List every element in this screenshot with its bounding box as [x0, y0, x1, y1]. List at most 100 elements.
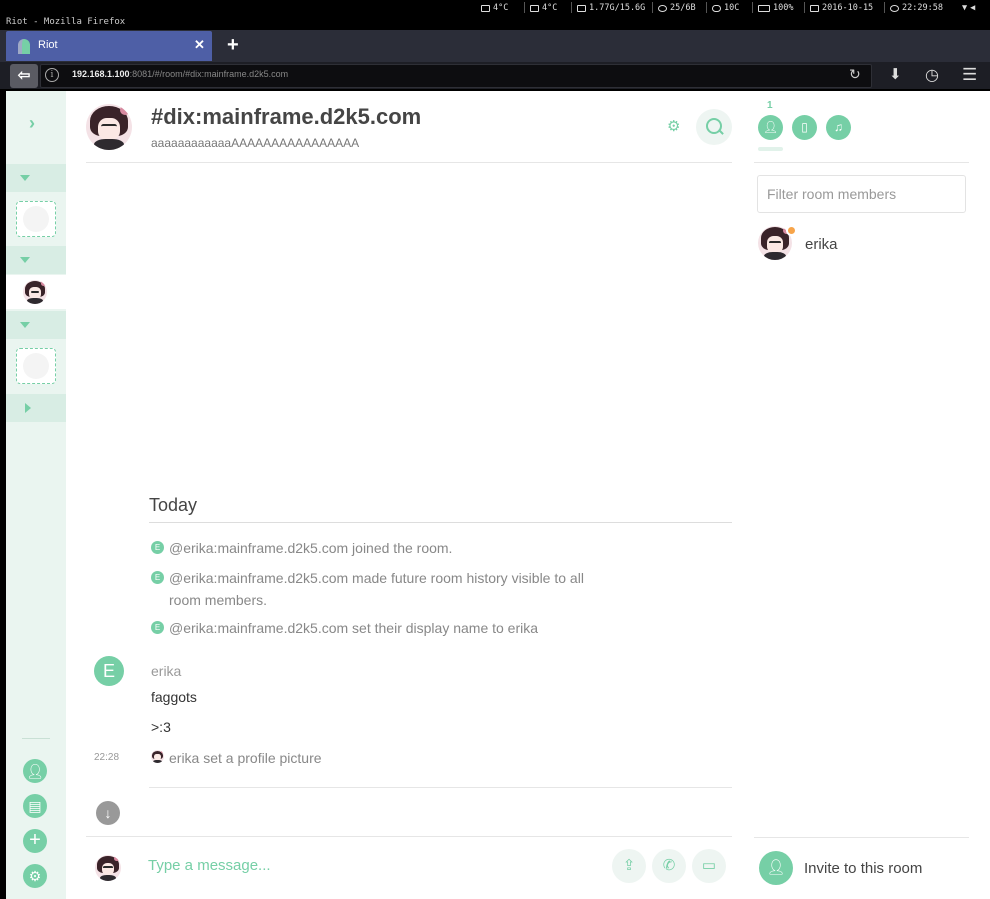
- room-tile-selected[interactable]: [6, 275, 66, 309]
- battery-readout: 100%: [758, 3, 793, 13]
- empty-room-placeholder[interactable]: [16, 348, 56, 384]
- back-button[interactable]: ⇦: [10, 64, 38, 88]
- admin-badge-icon: [786, 225, 797, 236]
- members-tab[interactable]: 👤︎: [758, 115, 783, 140]
- status-divider: [706, 2, 707, 13]
- header-divider: [86, 162, 732, 163]
- event-avatar-small[interactable]: [151, 750, 164, 763]
- video-call-button[interactable]: ▭: [692, 849, 726, 883]
- folder-icon: ▤: [28, 798, 42, 814]
- date-text: 2016-10-15: [822, 3, 874, 13]
- browser-tab[interactable]: Riot ✕: [6, 31, 212, 61]
- date-separator-line: [149, 522, 732, 523]
- display-name-event: @erika:mainframe.d2k5.com set their disp…: [169, 620, 539, 636]
- message-body: >:3: [151, 719, 171, 735]
- status-divider: [652, 2, 653, 13]
- reload-icon[interactable]: ↻: [849, 66, 861, 83]
- temperature-readout-1: 4°C: [481, 3, 508, 13]
- disk-readout: 1.77G/15.6G: [577, 3, 645, 13]
- voice-call-button[interactable]: ✆: [652, 849, 686, 883]
- room-section-header[interactable]: [6, 246, 66, 274]
- menu-icon[interactable]: ☰: [962, 65, 977, 85]
- sender-avatar[interactable]: E: [94, 656, 124, 686]
- cloud-icon: [712, 4, 721, 12]
- room-avatar: [23, 280, 47, 304]
- member-name[interactable]: erika: [805, 236, 838, 253]
- history-visibility-event-cont: room members.: [169, 592, 268, 608]
- calendar-icon: [810, 4, 819, 12]
- url-text[interactable]: 192.168.1.100:8081/#/room/#dix:mainframe…: [72, 69, 288, 79]
- caret-down-icon: [20, 175, 30, 181]
- gear-icon: ⚙: [28, 868, 42, 884]
- room-section-header[interactable]: [6, 311, 66, 339]
- wifi-icon: ▼: [962, 3, 968, 13]
- filter-members-input[interactable]: [757, 175, 966, 213]
- jump-to-bottom-button[interactable]: ↓: [96, 801, 120, 825]
- battery-text: 100%: [773, 3, 794, 13]
- riot-logo-icon: [18, 39, 30, 54]
- room-name[interactable]: #dix:mainframe.d2k5.com: [151, 104, 421, 130]
- weather-text: 10C: [724, 3, 740, 13]
- status-divider: [884, 2, 885, 13]
- clock-text: 22:29:58: [902, 3, 943, 13]
- temperature-text: 4°C: [542, 3, 558, 13]
- status-divider: [804, 2, 805, 13]
- event-avatar[interactable]: E: [151, 571, 164, 584]
- room-settings-gear-icon[interactable]: ⚙: [667, 117, 680, 135]
- caret-right-icon: [25, 403, 31, 413]
- battery-icon: [758, 4, 770, 12]
- files-tab[interactable]: ▯: [792, 115, 817, 140]
- person-icon: 👤︎: [26, 763, 44, 779]
- window-title: Riot - Mozilla Firefox: [6, 17, 126, 27]
- create-room-button[interactable]: +: [23, 829, 47, 853]
- new-tab-button[interactable]: +: [227, 34, 239, 57]
- room-section-header[interactable]: [6, 164, 66, 192]
- tray-icons: ▼ ◀: [962, 3, 975, 13]
- invite-label[interactable]: Invite to this room: [804, 860, 922, 877]
- sender-name[interactable]: erika: [151, 663, 181, 679]
- history-icon[interactable]: ◷: [925, 65, 939, 85]
- message-timestamp: 22:28: [94, 752, 120, 763]
- download-icon[interactable]: ⬇: [889, 65, 902, 83]
- clock-icon: [890, 4, 899, 12]
- empty-room-placeholder[interactable]: [16, 201, 56, 237]
- room-directory-button[interactable]: ▤: [23, 794, 47, 818]
- plus-icon: +: [29, 829, 41, 851]
- settings-button[interactable]: ⚙: [23, 864, 47, 888]
- date-separator: Today: [149, 495, 198, 515]
- file-icon: ▯: [801, 120, 808, 134]
- upload-icon: ⇪: [622, 857, 636, 874]
- temperature-text: 4°C: [493, 3, 509, 13]
- invite-divider: [754, 837, 969, 838]
- room-section-header-collapsed[interactable]: [6, 394, 66, 422]
- right-panel-divider: [754, 162, 969, 163]
- network-readout: 25/6B: [658, 3, 696, 13]
- room-header-avatar[interactable]: [86, 104, 132, 150]
- volume-icon: ◀: [970, 3, 976, 13]
- arrow-down-icon: ↓: [104, 805, 112, 821]
- expand-sidebar-icon[interactable]: ›: [29, 113, 35, 134]
- person-icon: 👤︎: [762, 120, 779, 134]
- search-button[interactable]: [696, 109, 732, 145]
- message-input[interactable]: Type a message...: [148, 857, 271, 874]
- date-readout: 2016-10-15: [810, 3, 873, 13]
- upload-button[interactable]: ⇪: [612, 849, 646, 883]
- composer-avatar: [95, 855, 121, 881]
- system-status-bar: 4°C 4°C 1.77G/15.6G 25/6B 10C 100% 2016-…: [0, 0, 990, 16]
- temperature-readout-2: 4°C: [530, 3, 557, 13]
- disk-icon: [577, 4, 586, 12]
- event-avatar[interactable]: E: [151, 621, 164, 634]
- url-path: :8081/#/room/#dix:mainframe.d2k5.com: [129, 69, 289, 79]
- read-marker-line: [149, 787, 732, 788]
- notifications-tab[interactable]: ♫: [826, 115, 851, 140]
- clock-readout: 22:29:58: [890, 3, 943, 13]
- close-tab-icon[interactable]: ✕: [194, 37, 205, 53]
- membership-event: @erika:mainframe.d2k5.com joined the roo…: [169, 540, 453, 556]
- bell-icon: ♫: [834, 120, 843, 134]
- start-chat-button[interactable]: 👤︎: [23, 759, 47, 783]
- history-visibility-event: @erika:mainframe.d2k5.com made future ro…: [169, 570, 584, 586]
- event-avatar[interactable]: E: [151, 541, 164, 554]
- film-icon: [530, 4, 539, 12]
- invite-button[interactable]: 👤︎: [759, 851, 793, 885]
- site-info-icon[interactable]: i: [45, 68, 59, 82]
